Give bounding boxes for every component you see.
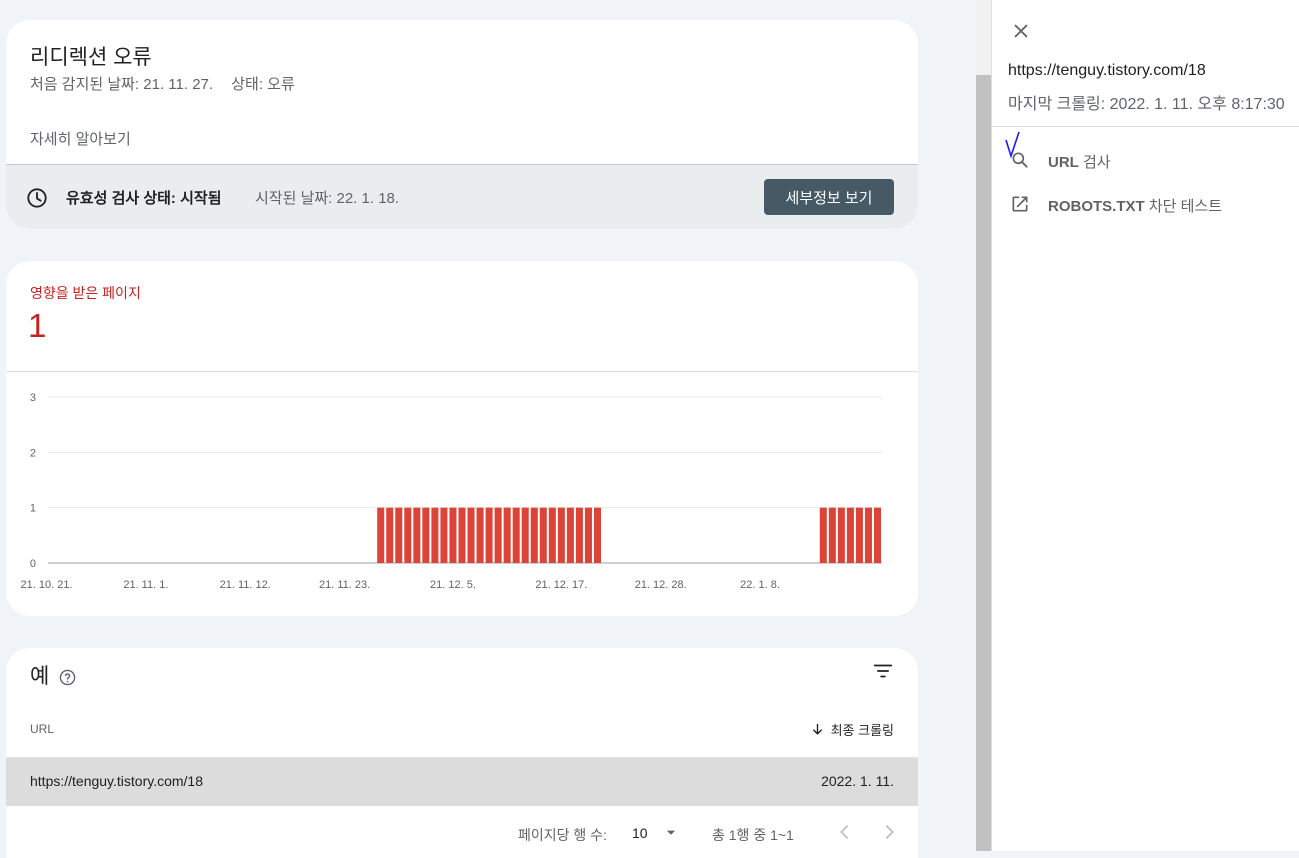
chart-bar — [476, 507, 484, 563]
chevron-left-icon[interactable] — [834, 821, 856, 843]
chart-bar — [521, 507, 529, 563]
chart-bar — [819, 507, 827, 563]
filter-icon[interactable] — [872, 660, 894, 682]
chart-bar — [395, 507, 403, 563]
chevron-right-icon[interactable] — [878, 821, 900, 843]
chart-bar — [494, 507, 502, 563]
y-tick-label: 2 — [30, 447, 36, 459]
column-header-last-crawl[interactable]: 최종 크롤링 — [810, 720, 894, 739]
chart-bar — [828, 507, 836, 563]
issue-status: 상태: 오류 — [231, 76, 295, 93]
arrow-down-icon — [812, 723, 822, 735]
validation-bar: 유효성 검사 상태: 시작됨 시작된 날짜: 22. 1. 18. 세부정보 보… — [6, 164, 918, 229]
x-tick-label: 21. 12. 28. — [635, 579, 687, 591]
url-side-panel: https://tenguy.tistory.com/18 마지막 크롤링: 2… — [991, 0, 1299, 851]
chart-bar — [386, 507, 394, 563]
chart-bar — [377, 507, 385, 563]
clock-icon — [27, 188, 47, 208]
url-inspection-action[interactable]: URL 검사 — [992, 140, 1299, 180]
chart-bar — [575, 507, 583, 563]
validation-status: 유효성 검사 상태: 시작됨 — [66, 190, 222, 207]
see-details-button[interactable]: 세부정보 보기 — [764, 179, 894, 215]
divider — [992, 126, 1299, 127]
chart-bar — [566, 507, 574, 563]
chart-bar — [548, 507, 556, 563]
validation-started: 시작된 날짜: 22. 1. 18. — [255, 190, 400, 207]
page-range: 총 1행 중 1~1 — [712, 827, 794, 843]
chart-bar — [503, 507, 511, 563]
y-tick-label: 1 — [30, 503, 36, 515]
affected-pages-count: 1 — [28, 307, 47, 344]
scrollbar-thumb[interactable] — [976, 75, 991, 851]
help-icon[interactable] — [59, 669, 76, 686]
chart-bar — [449, 507, 457, 563]
divider — [6, 371, 918, 372]
chart-bar — [837, 507, 845, 563]
chart-bar — [467, 507, 475, 563]
chart-bar — [413, 507, 421, 563]
pagination: 페이지당 행 수: 10 총 1행 중 1~1 — [6, 805, 918, 858]
x-tick-label: 21. 12. 17. — [535, 579, 587, 591]
close-icon[interactable] — [1010, 20, 1032, 42]
chart-bar — [422, 507, 430, 563]
column-header-url[interactable]: URL — [30, 722, 54, 736]
affected-pages-card: 영향을 받은 페이지 1 0 1 2 3 21. 10. 21. 21. 11. 1. 21… — [6, 261, 918, 616]
open-in-new-icon — [1012, 196, 1028, 212]
chart-bar — [458, 507, 466, 563]
panel-last-crawl: 마지막 크롤링: 2022. 1. 11. 오후 8:17:30 — [1008, 96, 1285, 113]
chart-bar — [512, 507, 520, 563]
chart-bar — [440, 507, 448, 563]
chart-bar — [846, 507, 854, 563]
examples-header: 예 — [30, 660, 76, 690]
chart-bar — [873, 507, 881, 563]
chart-bar — [584, 507, 592, 563]
y-tick-label: 0 — [30, 558, 36, 570]
chart-bar — [404, 507, 412, 563]
x-tick-label: 21. 10. 21. — [21, 579, 73, 591]
affected-pages-chart: 0 1 2 3 21. 10. 21. 21. 11. 1. 21. 11. 12. 21. … — [21, 392, 882, 591]
chart-bar — [864, 507, 872, 563]
url-inspection-label: URL 검사 — [1048, 154, 1111, 171]
x-tick-label: 21. 11. 12. — [220, 579, 271, 591]
table-row[interactable]: https://tenguy.tistory.com/18 2022. 1. 1… — [6, 757, 918, 806]
chart-bar — [530, 507, 538, 563]
issue-title: 리디렉션 오류 — [30, 46, 152, 69]
rows-per-page-label: 페이지당 행 수: — [518, 827, 607, 843]
main-content: 리디렉션 오류 처음 감지된 날짜: 21. 11. 27. 상태: 오류 자세… — [0, 0, 976, 858]
issue-card: 리디렉션 오류 처음 감지된 날짜: 21. 11. 27. 상태: 오류 자세… — [6, 20, 918, 229]
checkmark-annotation — [1005, 131, 1020, 159]
examples-card: 예 URL 최종 크롤링 https://tenguy.tistory.com/… — [6, 648, 918, 858]
y-tick-label: 3 — [30, 392, 36, 404]
issue-meta: 처음 감지된 날짜: 21. 11. 27. 상태: 오류 — [30, 73, 309, 94]
affected-pages-label: 영향을 받은 페이지 — [30, 285, 141, 301]
chart-bar — [431, 507, 439, 563]
rows-per-page-value: 10 — [632, 825, 648, 841]
last-crawl-label: 최종 크롤링 — [830, 723, 894, 738]
robots-txt-test-label: ROBOTS.TXT 차단 테스트 — [1048, 198, 1223, 215]
row-url: https://tenguy.tistory.com/18 — [30, 773, 204, 789]
chart-bar — [557, 507, 565, 563]
x-tick-label: 21. 11. 1. — [123, 579, 168, 591]
rows-per-page-select[interactable]: 10 — [632, 825, 678, 841]
panel-url: https://tenguy.tistory.com/18 — [1008, 62, 1206, 79]
examples-title: 예 — [30, 665, 50, 688]
learn-more-link[interactable]: 자세히 알아보기 — [30, 128, 131, 149]
x-tick-label: 22. 1. 8. — [740, 579, 780, 591]
chart-bar — [593, 507, 601, 563]
x-tick-label: 21. 11. 23. — [319, 579, 370, 591]
x-tick-label: 21. 12. 5. — [430, 579, 476, 591]
chart-bar — [855, 507, 863, 563]
chart-bar — [485, 507, 493, 563]
scrollbar[interactable] — [976, 0, 991, 851]
chevron-down-icon — [666, 830, 675, 835]
first-detected: 처음 감지된 날짜: 21. 11. 27. — [30, 76, 214, 93]
row-last-crawl: 2022. 1. 11. — [821, 773, 894, 789]
chart-bar — [539, 507, 547, 563]
robots-txt-test-action[interactable]: ROBOTS.TXT 차단 테스트 — [992, 184, 1299, 224]
